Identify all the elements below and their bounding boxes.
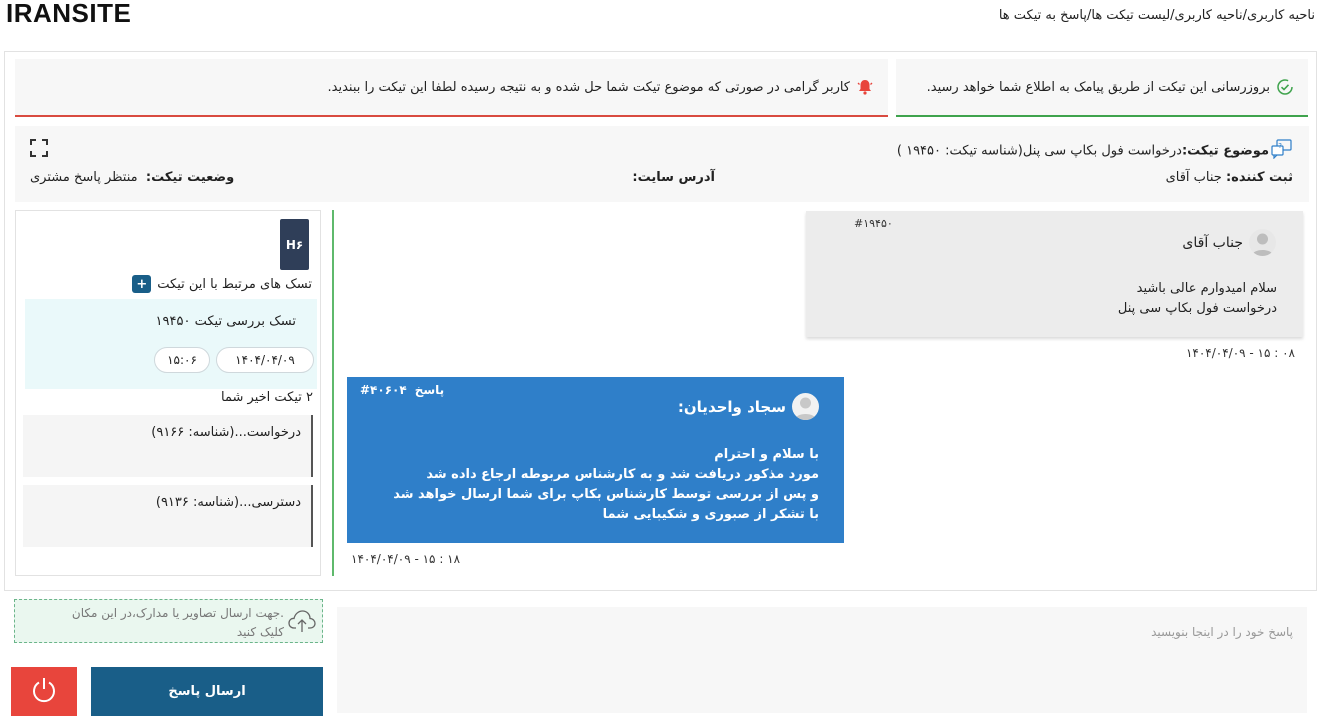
message-line: با تشکر از صبوری و شکیبایی شما [602,507,819,522]
cloud-upload-icon [288,609,316,637]
user-avatar-icon [792,393,819,420]
task-time: ۱۵:۰۶ [154,347,210,373]
message-timestamp: ۱۴۰۴/۰۴/۰۹ - ۱۵ : ۱۸ [351,552,461,566]
close-ticket-button[interactable] [11,667,77,716]
related-tasks-header: تسک های مرتبط با این تیکت + [132,275,312,293]
message-id: #۴۰۶۰۴ [360,383,407,397]
ticket-subject: ? موضوع تیکت:درخواست فول بکاپ سی پنل(شنا… [897,139,1293,163]
upload-hint: .جهت ارسال تصاویر یا مدارک،در این مکان ک… [71,606,284,639]
message-line: و پس از بررسی توسط کارشناس بکاپ برای شما… [393,487,819,502]
ticket-subject-label: موضوع تیکت: [1181,143,1269,159]
sms-notice-text: بروزرسانی این تیکت از طریق پیامک به اطلا… [926,79,1270,95]
send-reply-button[interactable]: ارسال پاسخ [91,667,323,716]
recent-tickets-title: ۲ تیکت اخیر شما [221,390,313,405]
ticket-site-label: آدرس سایت: [632,170,715,185]
add-task-button[interactable]: + [132,275,152,293]
ticket-creator-value: جناب آقای [1165,170,1222,185]
ticket-site: آدرس سایت: [632,170,715,185]
message-line: سلام امیدوارم عالی باشید [1136,281,1277,296]
close-ticket-alert: کاربر گرامی در صورتی که موضوع تیکت شما ح… [15,59,888,117]
recent-ticket-item[interactable]: دسترسی...(شناسه: ۹۱۳۶) [23,485,313,547]
message-id: #۱۹۴۵۰ [854,217,893,230]
reply-input[interactable] [337,607,1307,713]
fullscreen-icon[interactable] [30,139,48,161]
message-timestamp: ۱۴۰۴/۰۴/۰۹ - ۱۵ : ۰۸ [1185,346,1295,360]
reply-tag: پاسخ [414,383,445,397]
task-date: ۱۴۰۴/۰۴/۰۹ [216,347,314,373]
ticket-creator-label: ثبت کننده: [1225,170,1293,185]
message-body: سلام امیدوارم عالی باشید درخواست فول بکا… [1118,279,1277,319]
attachment-upload-area[interactable]: .جهت ارسال تصاویر یا مدارک،در این مکان ک… [14,599,323,643]
message-author: سجاد واحدیان: [678,393,819,420]
recent-ticket-item[interactable]: درخواست...(شناسه: ۹۱۶۶) [23,415,313,477]
ticket-creator: ثبت کننده: جناب آقای [1166,170,1293,185]
support-reply-message: پاسخ #۴۰۶۰۴ سجاد واحدیان: با سلام و احتر… [347,377,844,543]
close-ticket-text: کاربر گرامی در صورتی که موضوع تیکت شما ح… [327,79,850,95]
related-tasks-title: تسک های مرتبط با این تیکت [157,276,312,292]
refresh-check-icon [1276,78,1294,96]
ticket-status-label: وضعیت تیکت: [145,170,235,185]
message-author: جناب آقای [1182,229,1276,256]
task-card[interactable]: تسک بررسی تیکت ۱۹۴۵۰ ۱۴۰۴/۰۴/۰۹ ۱۵:۰۶ [25,299,317,389]
message-line: مورد مذکور دریافت شد و به کارشناس مربوطه… [426,467,819,482]
ticket-status: وضعیت تیکت: منتظر پاسخ مشتری [30,170,234,185]
customer-message: #۱۹۴۵۰ جناب آقای سلام امیدوارم عالی باشی… [806,211,1303,337]
ticket-subject-value: درخواست فول بکاپ سی پنل(شناسه تیکت: ۱۹۴۵… [896,143,1182,159]
message-line: با سلام و احترام [714,447,819,462]
ticket-status-value: منتظر پاسخ مشتری [30,170,138,185]
message-line: درخواست فول بکاپ سی پنل [1117,301,1277,316]
ticket-info [15,126,1309,202]
message-author-name: جناب آقای [1182,234,1243,251]
sms-notice-alert: بروزرسانی این تیکت از طریق پیامک به اطلا… [896,59,1308,117]
power-icon [30,676,58,707]
svg-text:?: ? [1278,142,1282,150]
reply-meta: پاسخ #۴۰۶۰۴ [360,383,444,397]
ticket-subject-icon: ? [1271,139,1293,163]
conversation-divider [332,210,334,576]
task-title: تسک بررسی تیکت ۱۹۴۵۰ [155,314,296,329]
message-author-name: سجاد واحدیان: [677,397,786,416]
message-body: با سلام و احترام مورد مذکور دریافت شد و … [393,445,819,525]
breadcrumb[interactable]: ناحیه کاربری/ناحیه کاربری/لیست تیکت ها/پ… [999,8,1315,23]
h6-badge: H۶ [280,219,309,270]
site-logo[interactable]: IRANSITE [6,0,131,29]
ticket-sidebar: H۶ تسک های مرتبط با این تیکت + تسک بررسی… [15,210,321,576]
user-avatar-icon [1249,229,1276,256]
bell-icon [856,78,874,96]
